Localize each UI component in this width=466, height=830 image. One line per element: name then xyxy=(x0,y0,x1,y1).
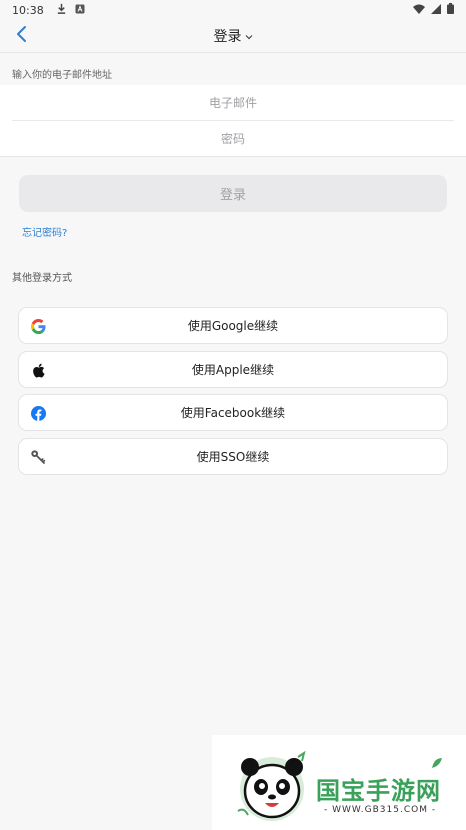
facebook-login-button[interactable]: 使用Facebook继续 xyxy=(18,394,448,431)
chevron-down-icon xyxy=(245,28,253,44)
watermark-brand: 国宝手游网 xyxy=(316,777,441,805)
other-methods-caption: 其他登录方式 xyxy=(12,273,72,284)
forgot-password-link[interactable]: 忘记密码? xyxy=(22,224,67,239)
google-login-button[interactable]: 使用Google继续 xyxy=(18,307,448,344)
apple-login-button[interactable]: 使用Apple继续 xyxy=(18,351,448,388)
password-field[interactable] xyxy=(0,132,466,146)
header-title-dropdown[interactable]: 登录 xyxy=(214,26,253,46)
facebook-login-label: 使用Facebook继续 xyxy=(180,406,286,420)
status-right-icons xyxy=(413,3,454,17)
watermark-url: - WWW.GB315.COM - xyxy=(324,805,437,815)
header: 登录 xyxy=(0,20,466,52)
status-time: 10:38 xyxy=(12,3,44,17)
sso-login-button[interactable]: 使用SSO继续 xyxy=(18,438,448,475)
form-divider xyxy=(0,156,466,157)
apple-login-label: 使用Apple继续 xyxy=(191,363,275,377)
email-field[interactable] xyxy=(0,96,466,110)
page-title: 登录 xyxy=(213,29,242,45)
email-caption: 输入你的电子邮件地址 xyxy=(12,70,112,81)
back-button[interactable] xyxy=(10,24,34,48)
back-arrow-icon xyxy=(15,25,29,47)
facebook-icon xyxy=(30,405,46,421)
password-field-container xyxy=(0,121,466,157)
google-icon xyxy=(30,318,46,334)
key-icon xyxy=(30,449,46,465)
login-button[interactable]: 登录 xyxy=(19,175,447,212)
wifi-icon xyxy=(413,4,425,17)
font-app-icon xyxy=(75,4,85,17)
watermark: 国宝手游网 - WWW.GB315.COM - xyxy=(212,735,466,830)
sso-login-label: 使用SSO继续 xyxy=(196,450,270,464)
google-login-label: 使用Google继续 xyxy=(187,319,279,333)
status-left-icons xyxy=(56,3,85,17)
status-bar: 10:38 xyxy=(0,0,466,20)
battery-icon xyxy=(447,3,454,17)
apple-icon xyxy=(30,362,46,378)
leaf-decoration-icon xyxy=(430,755,444,774)
signal-icon xyxy=(431,3,441,17)
panda-logo-icon xyxy=(232,749,312,829)
email-field-container xyxy=(0,85,466,121)
header-divider xyxy=(0,52,466,53)
download-icon xyxy=(56,3,67,17)
